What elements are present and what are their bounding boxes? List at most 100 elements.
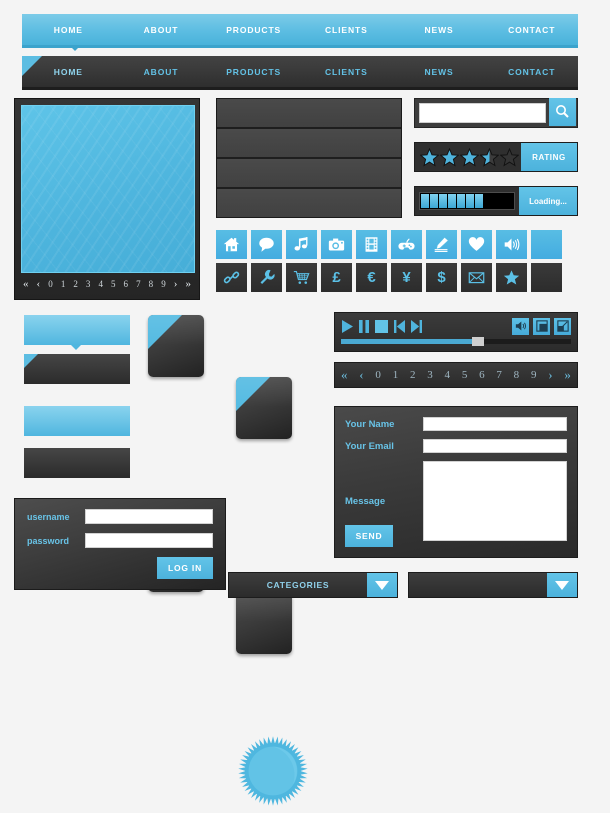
- gallery-next-icon[interactable]: ›: [174, 278, 178, 290]
- nav-light-item-3[interactable]: CLIENTS: [300, 25, 393, 35]
- search-input[interactable]: [419, 103, 546, 123]
- link-icon[interactable]: [216, 263, 247, 292]
- banner-blue-top[interactable]: [24, 315, 130, 345]
- nav-light-item-5[interactable]: CONTACT: [485, 25, 578, 35]
- contact-email-input[interactable]: [423, 439, 567, 453]
- pound-icon[interactable]: £: [321, 263, 352, 292]
- pagination-page-1[interactable]: 1: [393, 369, 399, 381]
- search-button[interactable]: [549, 98, 576, 126]
- accordion-row[interactable]: [217, 189, 401, 217]
- accordion-row[interactable]: [217, 159, 401, 189]
- pagination-first-icon[interactable]: «: [341, 367, 348, 383]
- tile-plain[interactable]: [236, 592, 292, 654]
- banner-corner-icon: [24, 354, 38, 368]
- nav-dark-item-2[interactable]: PRODUCTS: [207, 67, 300, 77]
- heart-icon[interactable]: [461, 230, 492, 259]
- nav-dark-item-1[interactable]: ABOUT: [115, 67, 208, 77]
- dollar-icon[interactable]: $: [426, 263, 457, 292]
- chat-bubble-icon[interactable]: [251, 230, 282, 259]
- pagination-page-5[interactable]: 5: [462, 369, 468, 381]
- banner-dark-bottom[interactable]: [24, 448, 130, 478]
- gallery-page-9[interactable]: 9: [161, 279, 166, 289]
- camera-icon[interactable]: [321, 230, 352, 259]
- pagination-page-2[interactable]: 2: [410, 369, 416, 381]
- contact-message-textarea[interactable]: [423, 461, 567, 541]
- play-button[interactable]: [341, 319, 354, 334]
- dollar-glyph: $: [437, 270, 445, 285]
- badge-starburst[interactable]: [244, 740, 302, 802]
- gallery-page-4[interactable]: 4: [98, 279, 103, 289]
- gallery-page-1[interactable]: 1: [61, 279, 66, 289]
- previous-button[interactable]: [393, 319, 406, 334]
- gallery-first-icon[interactable]: «: [23, 278, 29, 290]
- euro-glyph: €: [367, 270, 375, 285]
- pagination-page-9[interactable]: 9: [531, 369, 537, 381]
- send-button[interactable]: SEND: [345, 525, 393, 547]
- shopping-cart-icon[interactable]: [286, 263, 317, 292]
- pagination-page-7[interactable]: 7: [496, 369, 502, 381]
- player-seek-handle[interactable]: [472, 337, 484, 346]
- yen-icon[interactable]: ¥: [391, 263, 422, 292]
- contact-name-input[interactable]: [423, 417, 567, 431]
- pagination-page-8[interactable]: 8: [514, 369, 520, 381]
- player-seek-bar[interactable]: [341, 339, 571, 344]
- nav-dark-item-5[interactable]: CONTACT: [485, 67, 578, 77]
- fullscreen-button[interactable]: [554, 318, 571, 335]
- pencil-icon[interactable]: [426, 230, 457, 259]
- login-button[interactable]: LOG IN: [157, 557, 213, 579]
- accordion-row[interactable]: [217, 129, 401, 159]
- dropdown-categories[interactable]: CATEGORIES: [228, 572, 398, 598]
- blank-icon[interactable]: [531, 263, 562, 292]
- envelope-icon[interactable]: [461, 263, 492, 292]
- speaker-icon[interactable]: [496, 230, 527, 259]
- dropdown-empty[interactable]: [408, 572, 578, 598]
- star-icon[interactable]: [496, 263, 527, 292]
- volume-button[interactable]: [512, 318, 529, 335]
- tile-ribbon-1[interactable]: [148, 315, 204, 377]
- gallery-pagination: « ‹ 0 1 2 3 4 5 6 7 8 9 › »: [21, 273, 193, 295]
- tile-ribbon-2[interactable]: [236, 377, 292, 439]
- gallery-prev-icon[interactable]: ‹: [37, 278, 41, 290]
- window-button[interactable]: [533, 318, 550, 335]
- blank-icon[interactable]: [531, 230, 562, 259]
- star-rating[interactable]: [415, 143, 521, 171]
- pagination-next-icon[interactable]: ›: [548, 367, 552, 383]
- nav-light-item-0[interactable]: HOME: [22, 25, 115, 35]
- euro-icon[interactable]: €: [356, 263, 387, 292]
- film-icon[interactable]: [356, 230, 387, 259]
- music-note-icon[interactable]: [286, 230, 317, 259]
- gallery-page-8[interactable]: 8: [149, 279, 154, 289]
- wrench-icon[interactable]: [251, 263, 282, 292]
- next-button[interactable]: [410, 319, 423, 334]
- pagination-prev-icon[interactable]: ‹: [359, 367, 363, 383]
- home-icon[interactable]: [216, 230, 247, 259]
- pagination-page-0[interactable]: 0: [375, 369, 381, 381]
- pagination-page-4[interactable]: 4: [445, 369, 451, 381]
- pagination-last-icon[interactable]: »: [564, 367, 571, 383]
- username-input[interactable]: [85, 509, 213, 524]
- dropdown-categories-label: CATEGORIES: [229, 573, 367, 597]
- nav-dark-item-4[interactable]: NEWS: [393, 67, 486, 77]
- gallery-page-7[interactable]: 7: [136, 279, 141, 289]
- pause-button[interactable]: [358, 319, 370, 334]
- gallery-page-6[interactable]: 6: [124, 279, 129, 289]
- nav-light-item-1[interactable]: ABOUT: [115, 25, 208, 35]
- banner-dark-top[interactable]: [24, 354, 130, 384]
- gallery-page-5[interactable]: 5: [111, 279, 116, 289]
- banner-blue-bottom[interactable]: [24, 406, 130, 436]
- gallery-page-2[interactable]: 2: [73, 279, 78, 289]
- nav-dark-item-3[interactable]: CLIENTS: [300, 67, 393, 77]
- password-input[interactable]: [85, 533, 213, 548]
- gallery-page-0[interactable]: 0: [48, 279, 53, 289]
- pagination-page-6[interactable]: 6: [479, 369, 485, 381]
- stop-button[interactable]: [374, 319, 389, 334]
- dropdown-toggle[interactable]: [547, 573, 577, 597]
- dropdown-toggle[interactable]: [367, 573, 397, 597]
- accordion-row[interactable]: [217, 99, 401, 129]
- gallery-last-icon[interactable]: »: [185, 278, 191, 290]
- game-controller-icon[interactable]: [391, 230, 422, 259]
- nav-light-item-2[interactable]: PRODUCTS: [207, 25, 300, 35]
- nav-light-item-4[interactable]: NEWS: [393, 25, 486, 35]
- gallery-page-3[interactable]: 3: [86, 279, 91, 289]
- pagination-page-3[interactable]: 3: [427, 369, 433, 381]
